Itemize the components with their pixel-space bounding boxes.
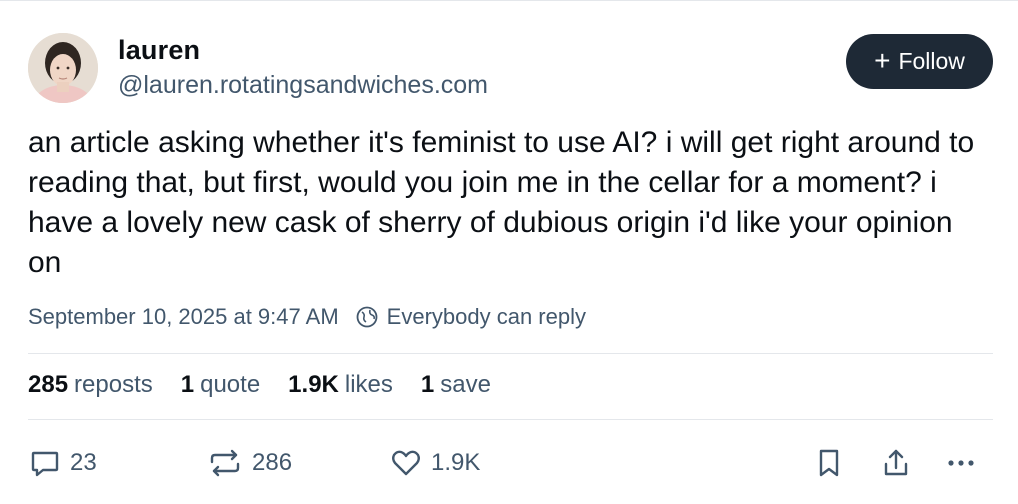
reply-count: 23 — [70, 449, 97, 476]
post-text: an article asking whether it's feminist … — [28, 126, 975, 279]
heart-icon — [392, 450, 420, 476]
post-meta: September 10, 2025 at 9:47 AM Everybody … — [28, 304, 586, 330]
author-handle[interactable]: @lauren.rotatingsandwiches.com — [118, 71, 488, 100]
reposts-count: 285 — [28, 371, 69, 398]
quotes-label: quote — [200, 371, 261, 398]
likes-count: 1.9K — [288, 371, 339, 398]
repost-count: 286 — [252, 449, 293, 476]
saves-label: save — [440, 371, 491, 398]
reply-setting-label: Everybody can reply — [386, 304, 586, 329]
ellipsis-icon — [948, 460, 974, 466]
action-bar: 23 286 1.9K — [0, 441, 1018, 485]
plus-icon: + — [874, 44, 891, 76]
bookmark-icon — [819, 449, 839, 477]
reply-button[interactable]: 23 — [28, 441, 97, 485]
post-timestamp[interactable]: September 10, 2025 at 9:47 AM — [28, 304, 339, 330]
follow-button-label: Follow — [898, 48, 965, 74]
saves-stat[interactable]: 1 save — [421, 371, 491, 399]
reposts-label: reposts — [74, 371, 153, 398]
share-icon — [884, 449, 908, 476]
author-display-name[interactable]: lauren — [118, 35, 200, 66]
post-card: lauren @lauren.rotatingsandwiches.com + … — [0, 0, 1018, 504]
share-button[interactable] — [879, 441, 913, 485]
reposts-stat[interactable]: 285 reposts — [28, 371, 153, 399]
quotes-count: 1 — [180, 371, 195, 398]
reply-icon — [31, 451, 59, 477]
avatar-image — [28, 33, 98, 103]
globe-icon — [356, 306, 378, 328]
quotes-stat[interactable]: 1 quote — [181, 371, 260, 399]
like-button[interactable]: 1.9K — [389, 441, 480, 485]
post-stats: 285 reposts 1 quote 1.9K likes 1 save — [28, 371, 491, 399]
reply-setting[interactable]: Everybody can reply — [355, 304, 586, 330]
more-options-button[interactable] — [944, 441, 978, 485]
avatar[interactable] — [28, 33, 98, 103]
divider — [28, 353, 993, 354]
bookmark-button[interactable] — [814, 441, 844, 485]
divider — [28, 419, 993, 420]
likes-stat[interactable]: 1.9K likes — [288, 371, 393, 399]
likes-label: likes — [344, 371, 393, 398]
saves-count: 1 — [420, 371, 435, 398]
repost-icon — [210, 449, 240, 477]
follow-button[interactable]: + Follow — [846, 34, 993, 89]
repost-button[interactable]: 286 — [206, 441, 292, 485]
like-count: 1.9K — [431, 449, 481, 476]
